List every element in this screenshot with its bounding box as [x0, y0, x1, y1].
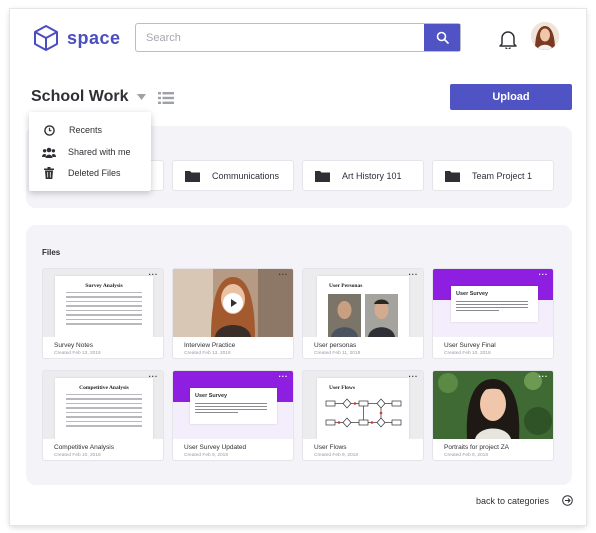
folder-title[interactable]: School Work — [31, 88, 129, 106]
doc-title: Competitive Analysis — [79, 385, 129, 391]
portrait-photo — [433, 371, 553, 439]
file-date: Created Feb 13, 2018 — [54, 351, 101, 356]
file-card[interactable]: Competitive Analysis ··· Competitive Ana… — [42, 370, 164, 461]
file-date: Created Feb 9, 2018 — [184, 453, 229, 458]
folder-dropdown-menu: Recents Shared with me Deleted Files — [29, 112, 151, 191]
doc-title: User Survey — [195, 393, 228, 399]
file-card[interactable]: User Flows ··· User Flows Created Feb 9,… — [302, 370, 424, 461]
files-section-label: Files — [42, 248, 61, 257]
file-name: Interview Practice — [184, 342, 236, 349]
more-options-icon[interactable]: ··· — [279, 271, 289, 279]
upload-button[interactable]: Upload — [450, 84, 572, 110]
more-options-icon[interactable]: ··· — [149, 271, 159, 279]
category-label: Team Project 1 — [472, 170, 533, 181]
people-icon — [42, 147, 56, 158]
file-card[interactable]: User Survey ··· User Survey Final Create… — [432, 268, 554, 359]
file-card[interactable]: User Survey ··· User Survey Updated Crea… — [172, 370, 294, 461]
play-icon[interactable] — [223, 293, 243, 313]
persona-photos — [328, 294, 398, 337]
category-card[interactable]: Team Project 1 — [432, 160, 554, 191]
menu-item-label: Shared with me — [68, 147, 131, 157]
more-options-icon[interactable]: ··· — [409, 271, 419, 279]
more-options-icon[interactable]: ··· — [539, 271, 549, 279]
file-date: Created Feb 10, 2018 — [444, 351, 491, 356]
cube-logo-icon — [34, 25, 58, 51]
category-card[interactable]: Communications — [172, 160, 294, 191]
file-date: Created Feb 11, 2018 — [314, 351, 361, 356]
more-options-icon[interactable]: ··· — [149, 373, 159, 381]
doc-title: User Flows — [329, 385, 356, 391]
file-name: Portraits for project ZA — [444, 444, 510, 451]
more-options-icon[interactable]: ··· — [409, 373, 419, 381]
category-label: Communications — [212, 170, 280, 181]
file-card[interactable]: ··· Interview Practice Created Feb 13, 2… — [172, 268, 294, 359]
file-name: User personas — [314, 342, 357, 349]
bell-icon — [499, 31, 517, 51]
arrow-right-circle-icon[interactable] — [562, 495, 573, 506]
file-date: Created Feb 9, 2018 — [444, 453, 489, 458]
category-card[interactable]: Art History 101 — [302, 160, 424, 191]
file-name: Survey Notes — [54, 342, 94, 349]
search-button[interactable] — [424, 24, 460, 51]
file-date: Created Feb 13, 2018 — [184, 351, 231, 356]
list-view-icon[interactable] — [158, 92, 174, 104]
doc-title: User Personas — [329, 283, 363, 289]
search-bar — [135, 23, 461, 52]
avatar-image — [531, 22, 559, 50]
trash-icon — [44, 167, 54, 179]
menu-item-recents[interactable]: Recents — [42, 123, 102, 137]
file-name: User Survey Final — [444, 342, 496, 349]
file-name: User Survey Updated — [184, 444, 247, 451]
file-card[interactable]: Survey Analysis ··· Survey Notes Created… — [42, 268, 164, 359]
search-input[interactable] — [136, 24, 424, 51]
more-options-icon[interactable]: ··· — [279, 373, 289, 381]
flow-diagram — [325, 398, 402, 428]
menu-item-deleted[interactable]: Deleted Files — [42, 166, 121, 180]
folder-icon — [185, 170, 200, 182]
folder-icon — [315, 170, 330, 182]
menu-item-shared[interactable]: Shared with me — [42, 145, 131, 159]
caret-down-icon[interactable] — [137, 94, 146, 100]
back-to-categories-link[interactable]: back to categories — [476, 496, 549, 506]
file-date: Created Feb 10, 2018 — [54, 453, 101, 458]
file-card[interactable]: ··· Portraits for project ZA Created Feb… — [432, 370, 554, 461]
avatar[interactable] — [531, 22, 559, 50]
category-label: Art History 101 — [342, 170, 402, 181]
folder-icon — [445, 170, 460, 182]
doc-title: User Survey — [456, 291, 489, 297]
more-options-icon[interactable]: ··· — [539, 373, 549, 381]
clock-icon — [43, 124, 55, 136]
menu-item-label: Deleted Files — [68, 168, 121, 178]
menu-item-label: Recents — [69, 125, 103, 135]
file-date: Created Feb 9, 2018 — [314, 453, 359, 458]
file-name: Competitive Analysis — [54, 444, 114, 451]
logo[interactable]: space — [33, 24, 121, 52]
doc-title: Survey Analysis — [85, 283, 123, 289]
logo-text: space — [67, 27, 121, 48]
file-card[interactable]: User Personas ··· User personas Created … — [302, 268, 424, 359]
file-name: User Flows — [314, 444, 347, 451]
search-icon — [436, 31, 449, 44]
notifications-button[interactable] — [499, 29, 517, 54]
